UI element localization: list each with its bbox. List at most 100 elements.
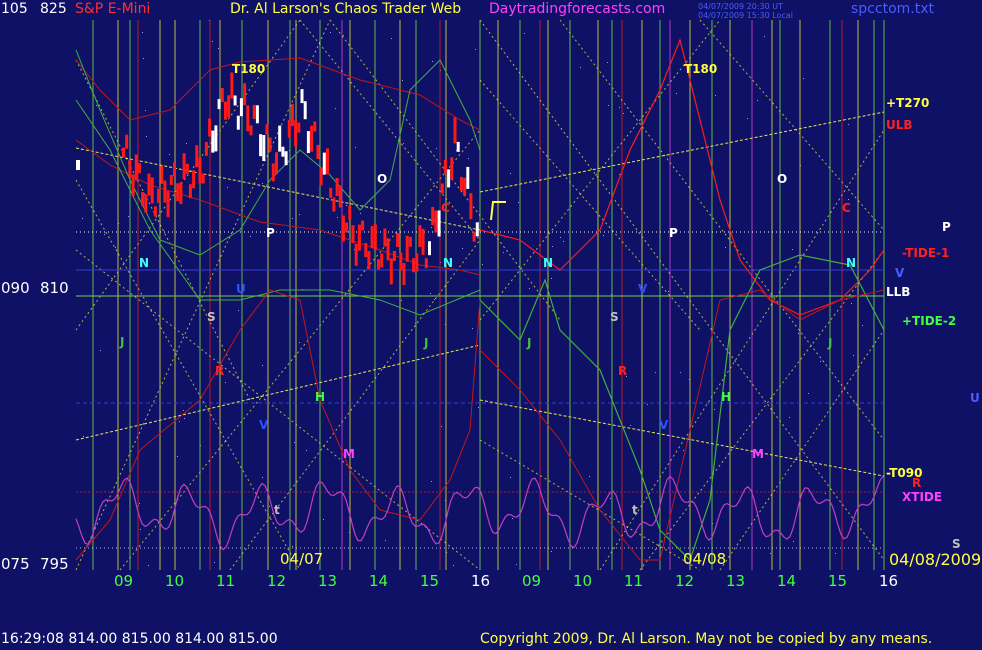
- cycle-letter: C: [842, 201, 851, 215]
- hour-label: 14: [777, 572, 797, 590]
- star-dot: [552, 246, 553, 247]
- star-dot: [306, 450, 307, 451]
- price-bar: [259, 134, 263, 157]
- chart-title: Dr. Al Larson's Chaos Trader Web: [230, 1, 462, 17]
- price-bar: [131, 174, 135, 197]
- star-dot: [825, 493, 826, 494]
- star-dot: [563, 241, 564, 242]
- star-dot: [468, 158, 469, 159]
- price-bar: [338, 185, 342, 208]
- star-dot: [848, 124, 849, 125]
- label-v: V: [895, 266, 905, 280]
- hour-label: 11: [216, 572, 236, 590]
- star-dot: [589, 476, 590, 477]
- star-dot: [343, 35, 344, 36]
- star-dot: [148, 565, 149, 566]
- star-dot: [104, 234, 105, 235]
- star-dot: [789, 417, 790, 418]
- price-bar: [367, 251, 371, 269]
- star-dot: [680, 372, 681, 373]
- hour-label: 14: [369, 572, 389, 590]
- price-bar: [176, 183, 180, 202]
- star-dot: [402, 80, 403, 81]
- star-dot: [725, 247, 726, 248]
- label-plus-t270: +T270: [886, 96, 930, 110]
- star-dot: [225, 382, 226, 383]
- price-bar: [204, 141, 208, 156]
- price-bar: [431, 207, 435, 225]
- price-bar: [408, 236, 412, 247]
- price-bar: [214, 125, 218, 152]
- cycle-letter: J: [828, 336, 833, 350]
- star-dot: [403, 143, 404, 144]
- price-bar: [364, 243, 368, 258]
- price-bar: [443, 159, 447, 174]
- star-dot: [262, 183, 263, 184]
- site-label: Daytradingforecasts.com: [489, 1, 666, 17]
- star-dot: [432, 61, 433, 62]
- star-dot: [516, 564, 517, 565]
- star-dot: [434, 299, 435, 300]
- star-dot: [128, 216, 129, 217]
- price-bar: [243, 83, 247, 106]
- price-bar: [300, 89, 304, 104]
- date-label-2: 04/08: [683, 550, 727, 568]
- hour-label: 12: [267, 572, 287, 590]
- star-dot: [430, 293, 431, 294]
- label-t180-day1: T180: [232, 62, 266, 76]
- price-bar: [361, 220, 365, 231]
- star-dot: [431, 481, 432, 482]
- star-dot: [610, 498, 611, 499]
- star-dot: [262, 365, 263, 366]
- price-bar: [469, 193, 473, 220]
- star-dot: [82, 218, 83, 219]
- hour-label: 16: [471, 572, 491, 590]
- hour-label: 13: [318, 572, 338, 590]
- price-bar: [332, 197, 336, 212]
- star-dot: [96, 105, 97, 106]
- star-dot: [798, 333, 799, 334]
- star-dot: [472, 328, 473, 329]
- symbol-label: S&P E-Mini: [75, 1, 151, 17]
- price-bar: [351, 225, 355, 244]
- star-dot: [715, 95, 716, 96]
- star-dot: [608, 105, 609, 106]
- price-bar: [412, 258, 416, 273]
- star-dot: [177, 456, 178, 457]
- price-bar: [386, 238, 390, 261]
- star-dot: [764, 36, 765, 37]
- price-bar: [475, 222, 479, 237]
- cycle-letter: P: [266, 226, 275, 240]
- cycle-letter: R: [618, 364, 628, 378]
- price-bar: [144, 194, 148, 213]
- star-dot: [431, 227, 432, 228]
- price-bar: [357, 224, 361, 251]
- label-s: S: [952, 537, 961, 551]
- star-dot: [510, 173, 511, 174]
- price-bar: [418, 225, 422, 248]
- cycle-letter: O: [777, 172, 788, 186]
- price-bar: [198, 157, 202, 184]
- price-bar: [227, 95, 231, 118]
- star-dot: [262, 477, 263, 478]
- cycle-letter: t: [274, 503, 280, 517]
- star-dot: [140, 529, 141, 530]
- cycle-letter: P: [669, 226, 678, 240]
- star-dot: [145, 110, 146, 111]
- price-bar: [182, 153, 186, 180]
- price-bar: [459, 176, 463, 191]
- star-dot: [184, 418, 185, 419]
- price-bar: [233, 95, 237, 106]
- price-bar: [160, 165, 164, 184]
- price-bar: [137, 163, 141, 174]
- star-dot: [441, 426, 442, 427]
- price-bar: [128, 159, 132, 178]
- star-dot: [227, 187, 228, 188]
- price-bar: [185, 163, 189, 174]
- cycle-letter: N: [139, 256, 150, 270]
- price-bar: [373, 224, 377, 251]
- price-bar: [141, 192, 145, 207]
- star-dot: [330, 32, 331, 33]
- price-bar: [405, 235, 409, 262]
- price-bar: [348, 205, 352, 220]
